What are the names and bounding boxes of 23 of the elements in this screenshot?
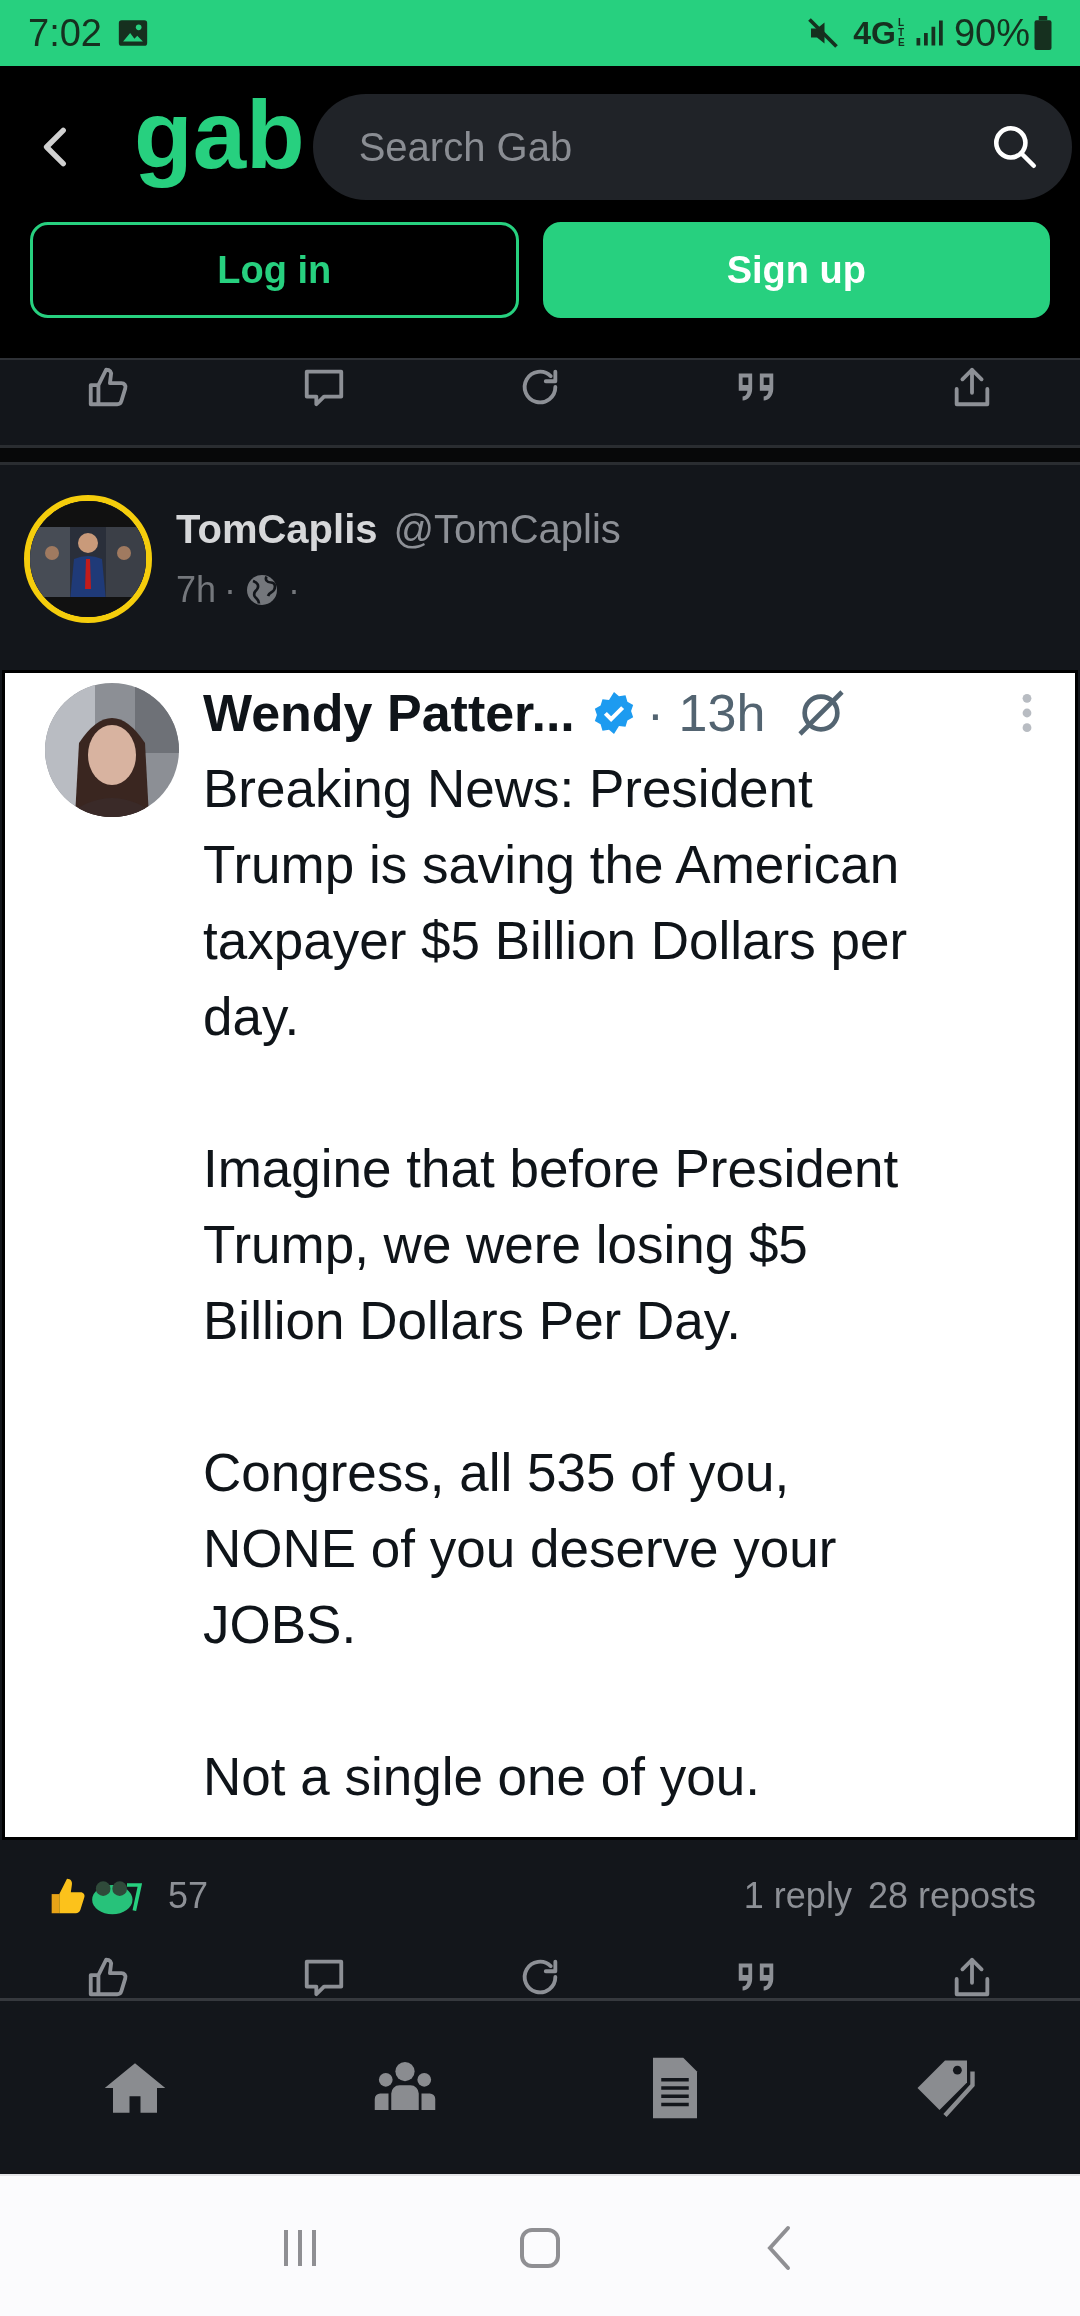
tweet-time: · 13h (646, 683, 766, 744)
battery-percent: 90% (953, 10, 1030, 56)
reposts-count[interactable]: 28 reposts (867, 1869, 1036, 1923)
separator-dot: · (224, 568, 237, 612)
reaction-count[interactable]: 57 (168, 1869, 209, 1923)
author-name[interactable]: TomCaplis (176, 499, 378, 559)
replies-count[interactable]: 1 reply (743, 1869, 852, 1923)
separator-dot: · (288, 568, 301, 612)
post-time[interactable]: 7h (176, 563, 217, 617)
tweet-paragraph: Not a single one of you. (203, 1746, 761, 1808)
tweet-paragraph: Imagine that before President Trump, we were losing $5 Billion Dollars Per Day. (203, 1138, 900, 1352)
network-type: 4G (853, 14, 896, 53)
author-handle[interactable]: @TomCaplis (393, 499, 621, 559)
tweet-paragraph: Congress, all 535 of you, NONE of you deserve your JOBS. (203, 1442, 838, 1656)
network-subtype: LTE (897, 18, 906, 48)
tweet-paragraph: Breaking News: President Trump is saving the American taxpayer $5 Billion Dollars per day. (203, 758, 909, 1048)
gab-logo[interactable]: gab (134, 75, 305, 195)
log-in-button[interactable]: Log in (30, 222, 519, 318)
more-icon (1021, 691, 1033, 735)
search-field[interactable]: Search Gab (312, 94, 1072, 200)
clock-time: 7:02 (28, 10, 102, 56)
tweet-author-name: Wendy Patter... (203, 683, 575, 744)
battery-icon (1034, 16, 1052, 50)
